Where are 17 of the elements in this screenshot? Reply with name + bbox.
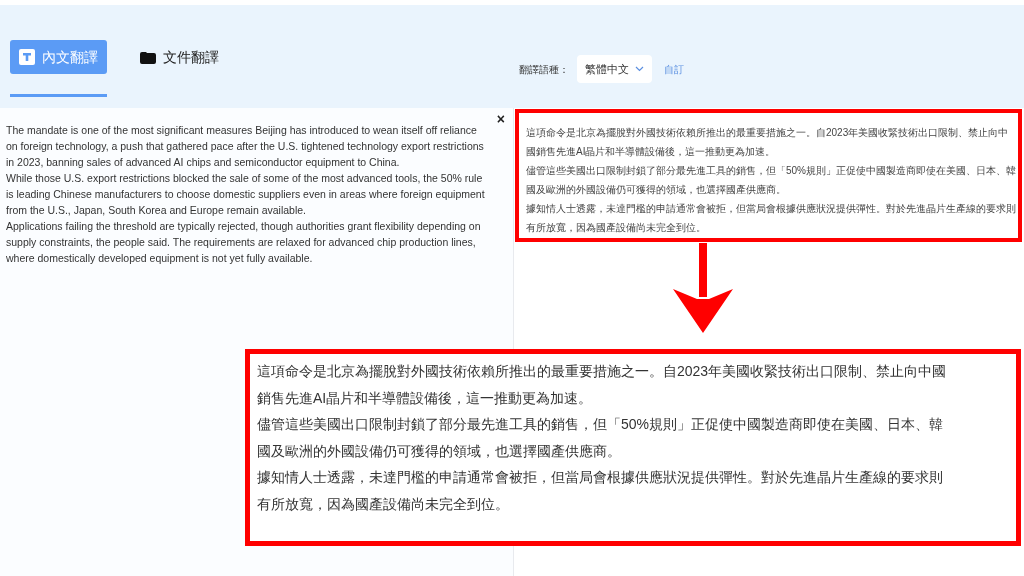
enlarged-paragraph: 儘管這些美國出口限制封鎖了部分最先進工具的銷售，但「50%規則」正促使中國製造商即使在美國、日本、韓國及歐洲的外國設備仍可獲得的領域，也選擇國產供應商。 bbox=[257, 415, 945, 461]
enlarged-paragraph: 據知情人士透露，未達門檻的申請通常會被拒，但當局會根據供應狀況提供彈性。對於先進晶片生產線的要求則有所放寬，因為國產設備尚未完全到位。 bbox=[257, 468, 944, 514]
source-paragraph: Applications failing the threshold are typically rejected, though authorities grant flexibility depending on supply constraints, the people said. The requirements are relaxed for advanced chip production lines, where domestically developed equipment is not yet fully available. bbox=[6, 219, 482, 266]
down-arrow-icon bbox=[671, 243, 735, 335]
language-label: 翻譯語種： bbox=[519, 62, 569, 77]
close-button[interactable]: × bbox=[496, 112, 505, 126]
chevron-down-icon bbox=[635, 66, 644, 72]
text-icon bbox=[19, 49, 35, 65]
enlarged-paragraph: 這項命令是北京為擺脫對外國技術依賴所推出的最重要措施之一。自2023年美國收緊技術出口限制、禁止向中國銷售先進AI晶片和半導體設備後，這一推動更為加速。 bbox=[257, 362, 947, 408]
source-paragraph: The mandate is one of the most significant measures Beijing has introduced to wean itself off reliance on foreign technology, a push that gathered pace after the U.S. tightened technology export restrictions in 2023, banning sales of advanced AI chips and semiconductor equipment to China. bbox=[6, 123, 485, 170]
translated-paragraph: 儘管這些美國出口限制封鎖了部分最先進工具的銷售，但「50%規則」正促使中國製造商即使在美國、日本、韓國及歐洲的外國設備仍可獲得的領域，也選擇國產供應商。 bbox=[526, 164, 1017, 197]
tab[interactable]: 文件翻譯 bbox=[131, 40, 228, 74]
translated-paragraph: 這項命令是北京為擺脫對外國技術依賴所推出的最重要措施之一。自2023年美國收緊技術出口限制、禁止向中國銷售先進AI晶片和半導體設備後，這一推動更為加速。 bbox=[526, 126, 1010, 159]
folder-icon bbox=[140, 50, 156, 64]
source-paragraph: While those U.S. export restrictions blocked the sale of some of the most advanced tools, the 50% rule is leading Chinese manufacturers to choose domestic suppliers even in areas where foreign equipment from the U.S., Japan, South Korea and Europe remain available. bbox=[6, 171, 486, 218]
language-select[interactable]: 繁體中文 bbox=[577, 55, 652, 83]
translated-paragraph: 據知情人士透露，未達門檻的申請通常會被拒，但當局會根據供應狀況提供彈性。對於先進晶片生產線的要求則有所放寬，因為國產設備尚未完全到位。 bbox=[526, 202, 1017, 235]
